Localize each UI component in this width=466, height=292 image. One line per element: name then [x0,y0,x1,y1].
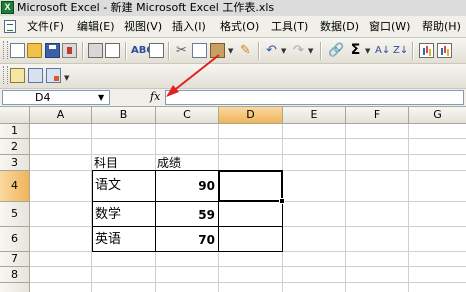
column-header-e[interactable]: E [283,107,346,124]
toolbar-separator [168,42,170,60]
standard-toolbar: ABC ✂ ▼ ✎ ↶ ▼ ↷ ▼ 🔗 Σ ▼ A↓ Z↓ [0,38,466,64]
toolbar-separator [82,42,84,60]
worksheet-grid: A B C D E F G 1 2 3 4 5 6 7 8 科目 成绩 语文 9… [0,107,466,292]
column-header-d[interactable]: D [219,107,283,124]
row-header-1[interactable]: 1 [0,124,30,139]
menu-bar: 文件(F) 编辑(E) 视图(V) 插入(I) 格式(O) 工具(T) 数据(D… [0,16,466,38]
copy-icon[interactable] [192,43,207,58]
row-header-6[interactable]: 6 [0,227,30,252]
table-border [92,226,283,227]
name-box-value: D4 [35,91,51,104]
cell-b3[interactable]: 科目 [94,156,118,171]
menu-edit[interactable]: 编辑(E) [77,20,115,34]
print-preview-icon[interactable] [105,43,120,58]
toolbar-separator [258,42,260,60]
undo-dropdown-icon[interactable]: ▼ [281,47,286,55]
column-header-f[interactable]: F [346,107,409,124]
table-border [92,251,283,252]
sort-descending-icon[interactable]: Z↓ [393,43,408,58]
cell-c6[interactable]: 70 [156,230,215,250]
research-icon[interactable] [149,43,164,58]
table-border [92,170,93,252]
toolbar-separator [125,42,127,60]
toolbar-options-icon[interactable]: ▼ [64,74,69,82]
cell-c3[interactable]: 成绩 [157,156,181,171]
autosum-dropdown-icon[interactable]: ▼ [365,47,370,55]
autosum-icon[interactable]: Σ [348,43,363,58]
row-header-3[interactable]: 3 [0,155,30,171]
menu-data[interactable]: 数据(D) [320,20,359,34]
select-all-corner[interactable] [0,107,30,124]
cut-icon[interactable]: ✂ [174,43,189,58]
permission-icon[interactable] [62,43,77,58]
grid-line [30,282,466,283]
column-header-a[interactable]: A [30,107,92,124]
row-header-9[interactable] [0,283,30,292]
undo-icon[interactable]: ↶ [264,43,279,58]
spelling-check-icon[interactable]: ABC [131,43,154,58]
row-header-4[interactable]: 4 [0,171,30,202]
format-painter-icon[interactable]: ✎ [238,43,253,58]
function-area: fx [112,90,162,105]
drawing-icon[interactable] [437,43,452,58]
redo-icon[interactable]: ↷ [291,43,306,58]
toolbar-grip[interactable] [3,41,8,59]
active-cell-d4[interactable] [218,170,283,202]
title-bar: X Microsoft Excel - 新建 Microsoft Excel 工… [0,0,466,16]
paste-dropdown-icon[interactable]: ▼ [228,47,233,55]
open-folder-icon[interactable] [27,43,42,58]
menu-tools[interactable]: 工具(T) [271,20,308,34]
toolbar-separator [320,42,322,60]
new-document-icon[interactable] [10,43,25,58]
secondary-toolbar: ▼ [0,64,466,88]
column-header-b[interactable]: B [92,107,156,124]
paste-icon[interactable] [210,43,225,58]
toolbar-separator [412,42,414,60]
cell-b5[interactable]: 数学 [95,205,121,225]
print-icon[interactable] [88,43,103,58]
insert-function-icon[interactable]: fx [150,90,160,104]
cell-c4[interactable]: 90 [156,176,215,196]
window-title: Microsoft Excel - 新建 Microsoft Excel 工作表… [17,1,275,14]
excel-app-icon: X [1,1,14,14]
toolbar-button-icon[interactable] [10,68,25,83]
hyperlink-icon[interactable]: 🔗 [328,43,344,58]
chart-wizard-icon[interactable] [419,43,434,58]
menu-format[interactable]: 格式(O) [220,20,259,34]
column-header-c[interactable]: C [156,107,219,124]
sort-ascending-icon[interactable]: A↓ [375,43,390,58]
cell-b4[interactable]: 语文 [95,176,121,196]
row-header-5[interactable]: 5 [0,202,30,227]
menu-view[interactable]: 视图(V) [124,20,162,34]
cell-b6[interactable]: 英语 [95,230,121,250]
menu-window[interactable]: 窗口(W) [369,20,410,34]
row-header-7[interactable]: 7 [0,252,30,267]
toolbar-button-icon[interactable] [28,68,43,83]
column-header-g[interactable]: G [409,107,466,124]
workbook-icon[interactable] [4,20,16,33]
grid-line [30,154,466,155]
name-box[interactable]: D4 ▼ [2,90,110,105]
formula-input[interactable] [165,90,464,105]
cell-c5[interactable]: 59 [156,205,215,225]
grid-line [30,266,466,267]
menu-help[interactable]: 帮助(H) [422,20,461,34]
row-header-2[interactable]: 2 [0,139,30,155]
fill-handle[interactable] [279,198,285,204]
save-icon[interactable] [45,43,60,58]
row-header-8[interactable]: 8 [0,267,30,283]
toolbar-button-icon[interactable] [46,68,61,83]
menu-file[interactable]: 文件(F) [27,20,64,34]
toolbar-grip[interactable] [3,66,8,84]
grid-line [30,138,466,139]
redo-dropdown-icon[interactable]: ▼ [308,47,313,55]
menu-insert[interactable]: 插入(I) [172,20,206,34]
name-box-dropdown-icon[interactable]: ▼ [98,91,104,104]
formula-bar: D4 ▼ fx [0,88,466,107]
